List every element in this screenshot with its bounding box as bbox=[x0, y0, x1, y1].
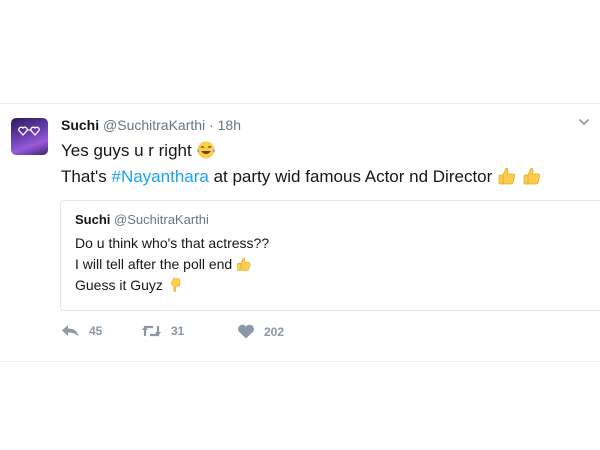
quoted-tweet[interactable]: Suchi @SuchitraKarthi Do u think who's t… bbox=[60, 200, 600, 311]
tweet-text: Yes guys u r right That's #Nayanthara at… bbox=[61, 138, 542, 190]
quoted-tweet-text: Do u think who's that actress?? I will t… bbox=[75, 233, 269, 296]
pointing-down-emoji-icon bbox=[170, 278, 180, 292]
tweet-header: Suchi @SuchitraKarthi · 18h bbox=[61, 117, 241, 133]
retweet-button[interactable]: 31 bbox=[141, 324, 184, 338]
thumbs-up-emoji-icon bbox=[523, 168, 540, 185]
author-name[interactable]: Suchi bbox=[61, 117, 99, 133]
hashtag-link[interactable]: #Nayanthara bbox=[112, 167, 209, 186]
tweet-line-1: Yes guys u r right bbox=[61, 138, 542, 164]
reply-button[interactable]: 45 bbox=[61, 324, 102, 338]
tweet-line-1-text: Yes guys u r right bbox=[61, 141, 192, 160]
quoted-line-2: I will tell after the poll end bbox=[75, 254, 269, 275]
quoted-tweet-header: Suchi @SuchitraKarthi bbox=[75, 212, 209, 227]
avatar[interactable] bbox=[11, 118, 48, 155]
like-count: 202 bbox=[264, 324, 285, 339]
heart-icon bbox=[238, 324, 254, 339]
like-button[interactable]: 202 bbox=[237, 324, 284, 339]
separator-dot: · bbox=[209, 117, 214, 133]
quoted-line-3-text: Guess it Guyz bbox=[75, 277, 163, 293]
thumbs-up-emoji-icon bbox=[498, 168, 516, 185]
chevron-down-icon[interactable] bbox=[578, 116, 590, 128]
tweet-card[interactable]: Suchi @SuchitraKarthi · 18h Yes guys u r… bbox=[0, 103, 600, 362]
quoted-author-handle: @SuchitraKarthi bbox=[114, 212, 209, 227]
quoted-author-name: Suchi bbox=[75, 212, 111, 227]
quoted-line-3: Guess it Guyz bbox=[75, 275, 269, 296]
tweet-line-2-prefix: That's bbox=[61, 167, 112, 186]
reply-icon bbox=[62, 325, 79, 337]
tweet-line-2-suffix: at party wid famous Actor nd Director bbox=[208, 167, 493, 186]
author-handle[interactable]: @SuchitraKarthi bbox=[103, 117, 205, 133]
tweet-timestamp[interactable]: 18h bbox=[218, 117, 241, 133]
retweet-icon bbox=[142, 325, 161, 337]
thumbs-up-emoji-icon bbox=[237, 257, 251, 271]
tweet-line-2: That's #Nayanthara at party wid famous A… bbox=[61, 164, 542, 190]
retweet-count: 31 bbox=[171, 324, 185, 338]
quoted-line-2-text: I will tell after the poll end bbox=[75, 256, 233, 272]
quoted-line-1: Do u think who's that actress?? bbox=[75, 235, 270, 251]
laughing-tears-emoji-icon bbox=[197, 141, 216, 159]
reply-count: 45 bbox=[89, 324, 103, 338]
heart-sunglasses-icon bbox=[18, 126, 40, 136]
